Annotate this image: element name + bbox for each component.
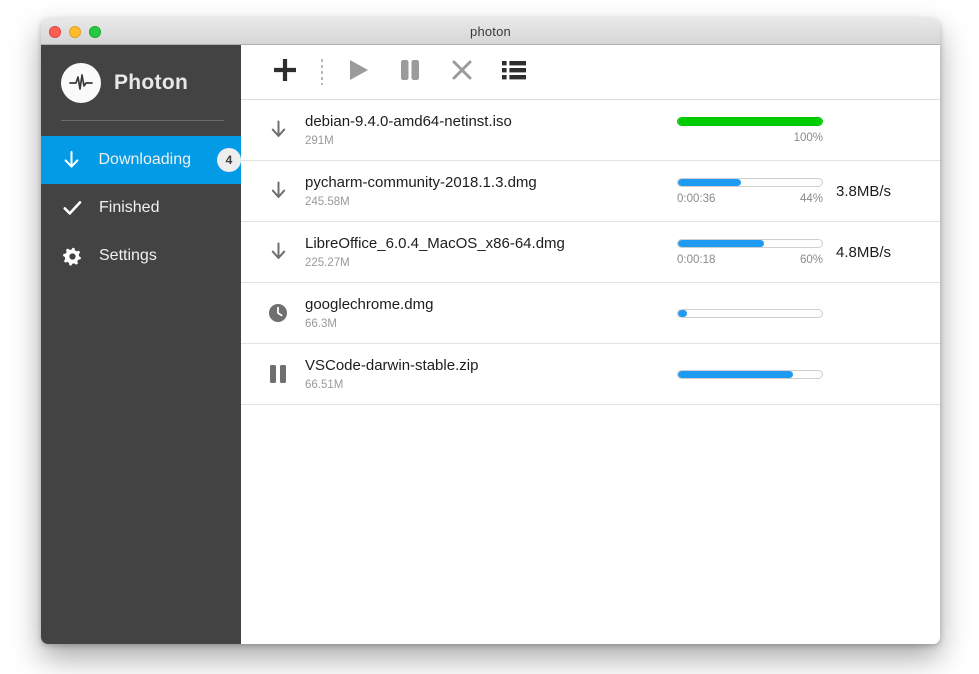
download-eta: 0:00:36 (677, 192, 716, 205)
table-row[interactable]: googlechrome.dmg 66.3M (241, 283, 940, 344)
sidebar: Photon Downloading 4 Finished Settings (41, 45, 241, 644)
list-view-button[interactable] (488, 45, 540, 100)
toolbar-separator (311, 45, 332, 100)
download-list: debian-9.4.0-amd64-netinst.iso 291M 100% (241, 100, 940, 644)
download-eta: 0:00:18 (677, 253, 716, 266)
add-download-button[interactable] (259, 45, 311, 100)
download-info: VSCode-darwin-stable.zip 66.51M (297, 357, 677, 391)
content-area: debian-9.4.0-amd64-netinst.iso 291M 100% (241, 45, 940, 644)
title-bar: photon (41, 18, 940, 45)
pause-icon (397, 57, 423, 88)
arrow-down-icon (259, 120, 297, 140)
waveform-pulse-icon (61, 62, 101, 103)
plus-icon (272, 57, 298, 88)
close-x-icon (450, 58, 474, 87)
progress-percent: 44% (799, 192, 823, 205)
download-name: VSCode-darwin-stable.zip (305, 357, 479, 375)
arrow-down-icon (259, 181, 297, 201)
progress-bar (677, 177, 823, 187)
progress-meta: 100% (677, 132, 823, 144)
play-icon (345, 57, 371, 88)
progress-meta: 0:00:36 44% (677, 193, 823, 205)
progress-bar (677, 308, 823, 318)
table-row[interactable]: VSCode-darwin-stable.zip 66.51M (241, 344, 940, 405)
app-window: photon Photon Downloading 4 Finished Set… (41, 18, 940, 644)
download-speed: 4.8MB/s (835, 243, 892, 261)
progress-area: 0:00:36 44% (677, 177, 823, 205)
download-size: 225.27M (305, 256, 350, 269)
sidebar-item-label: Finished (99, 199, 160, 216)
download-size: 291M (305, 134, 334, 147)
clock-icon (259, 303, 297, 323)
download-info: pycharm-community-2018.1.3.dmg 245.58M (297, 174, 677, 208)
progress-percent: 60% (799, 253, 823, 266)
download-info: debian-9.4.0-amd64-netinst.iso 291M (297, 113, 677, 147)
table-row[interactable]: debian-9.4.0-amd64-netinst.iso 291M 100% (241, 100, 940, 161)
list-icon (501, 59, 527, 86)
brand: Photon (41, 45, 241, 120)
gear-icon (61, 247, 83, 266)
sidebar-item-finished[interactable]: Finished (41, 184, 241, 232)
check-icon (61, 200, 83, 216)
resume-button[interactable] (332, 45, 384, 100)
sidebar-item-settings[interactable]: Settings (41, 232, 241, 280)
sidebar-item-downloading[interactable]: Downloading 4 (41, 136, 241, 184)
zoom-window-button[interactable] (89, 25, 101, 38)
window-title: photon (470, 23, 511, 39)
download-name: debian-9.4.0-amd64-netinst.iso (305, 113, 512, 131)
table-row[interactable]: pycharm-community-2018.1.3.dmg 245.58M 0… (241, 161, 940, 222)
progress-area (677, 369, 823, 379)
arrow-down-icon (61, 150, 82, 170)
progress-meta: 0:00:18 60% (677, 254, 823, 266)
progress-bar (677, 369, 823, 379)
progress-area: 100% (677, 116, 823, 144)
window-body: Photon Downloading 4 Finished Settings d… (41, 45, 940, 644)
screen: photon Photon Downloading 4 Finished Set… (0, 0, 979, 674)
progress-area (677, 308, 823, 318)
close-window-button[interactable] (49, 25, 61, 38)
pause-button[interactable] (384, 45, 436, 100)
table-row[interactable]: LibreOffice_6.0.4_MacOS_x86-64.dmg 225.2… (241, 222, 940, 283)
toolbar (241, 45, 940, 100)
progress-bar (677, 238, 823, 248)
sidebar-nav: Downloading 4 Finished Settings (41, 136, 241, 280)
minimize-window-button[interactable] (69, 25, 81, 38)
progress-percent: 100% (793, 131, 823, 144)
progress-area: 0:00:18 60% (677, 238, 823, 266)
pause-icon (259, 364, 297, 384)
download-name: LibreOffice_6.0.4_MacOS_x86-64.dmg (305, 235, 565, 253)
progress-bar (677, 116, 823, 126)
sidebar-item-label: Settings (99, 247, 157, 264)
download-info: googlechrome.dmg 66.3M (297, 296, 677, 330)
brand-name: Photon (114, 70, 189, 94)
download-size: 66.51M (305, 378, 344, 391)
download-size: 66.3M (305, 317, 337, 330)
window-controls (49, 18, 101, 45)
download-name: googlechrome.dmg (305, 296, 434, 314)
downloading-count-badge: 4 (217, 148, 241, 172)
download-size: 245.58M (305, 195, 350, 208)
arrow-down-icon (259, 242, 297, 262)
download-info: LibreOffice_6.0.4_MacOS_x86-64.dmg 225.2… (297, 235, 677, 269)
download-name: pycharm-community-2018.1.3.dmg (305, 174, 537, 192)
download-speed: 3.8MB/s (835, 182, 892, 200)
remove-button[interactable] (436, 45, 488, 100)
sidebar-divider (61, 120, 224, 121)
sidebar-item-label: Downloading (98, 151, 191, 168)
